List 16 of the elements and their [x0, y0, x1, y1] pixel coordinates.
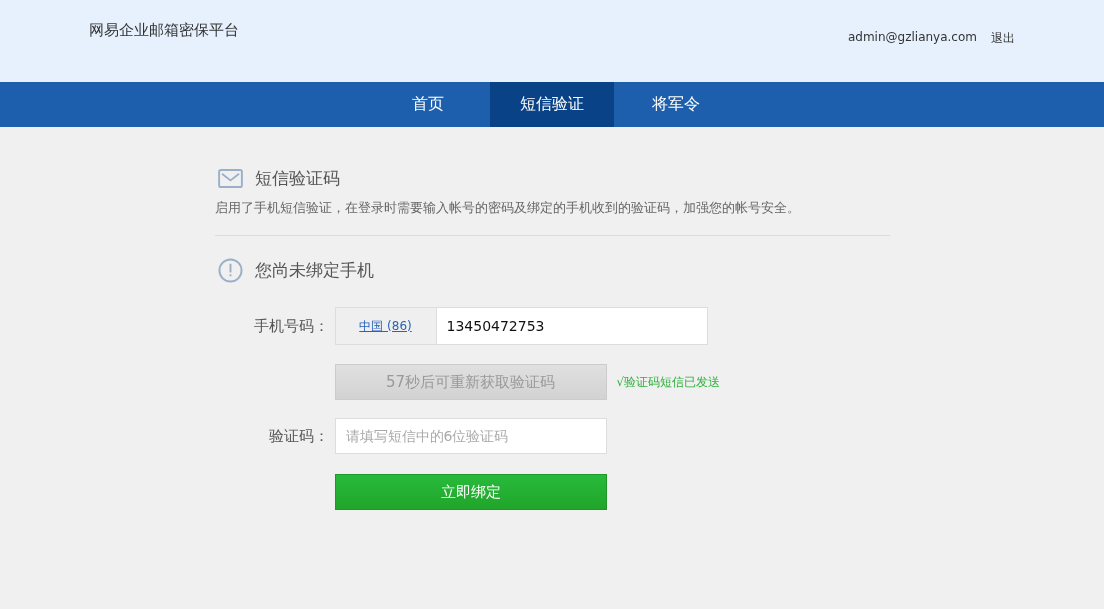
nav-tab[interactable]: 首页 [366, 82, 490, 127]
code-input[interactable]: 请填写短信中的6位验证码 [334, 418, 607, 454]
code-label: 验证码： [267, 426, 330, 446]
nav-tab[interactable]: 将军令 [614, 82, 738, 127]
phone-label: 手机号码： [252, 316, 330, 336]
sent-notice: √验证码短信已发送 [616, 373, 721, 391]
section-title: 短信验证码 [254, 167, 340, 190]
envelope-icon [217, 169, 243, 188]
info-icon [217, 258, 243, 283]
logout-link[interactable]: 退出 [991, 30, 1015, 47]
section-description: 启用了手机短信验证，在登录时需要输入帐号的密码及绑定的手机收到的验证码，加强您的帐号安全。 [214, 200, 801, 217]
phone-input[interactable]: 13450472753 [435, 307, 708, 345]
nav-tab[interactable]: 短信验证 [490, 82, 614, 127]
status-title: 您尚未绑定手机 [254, 259, 374, 282]
site-title: 网易企业邮箱密保平台 [89, 21, 239, 41]
user-email: admin@gzlianya.com [847, 30, 977, 46]
